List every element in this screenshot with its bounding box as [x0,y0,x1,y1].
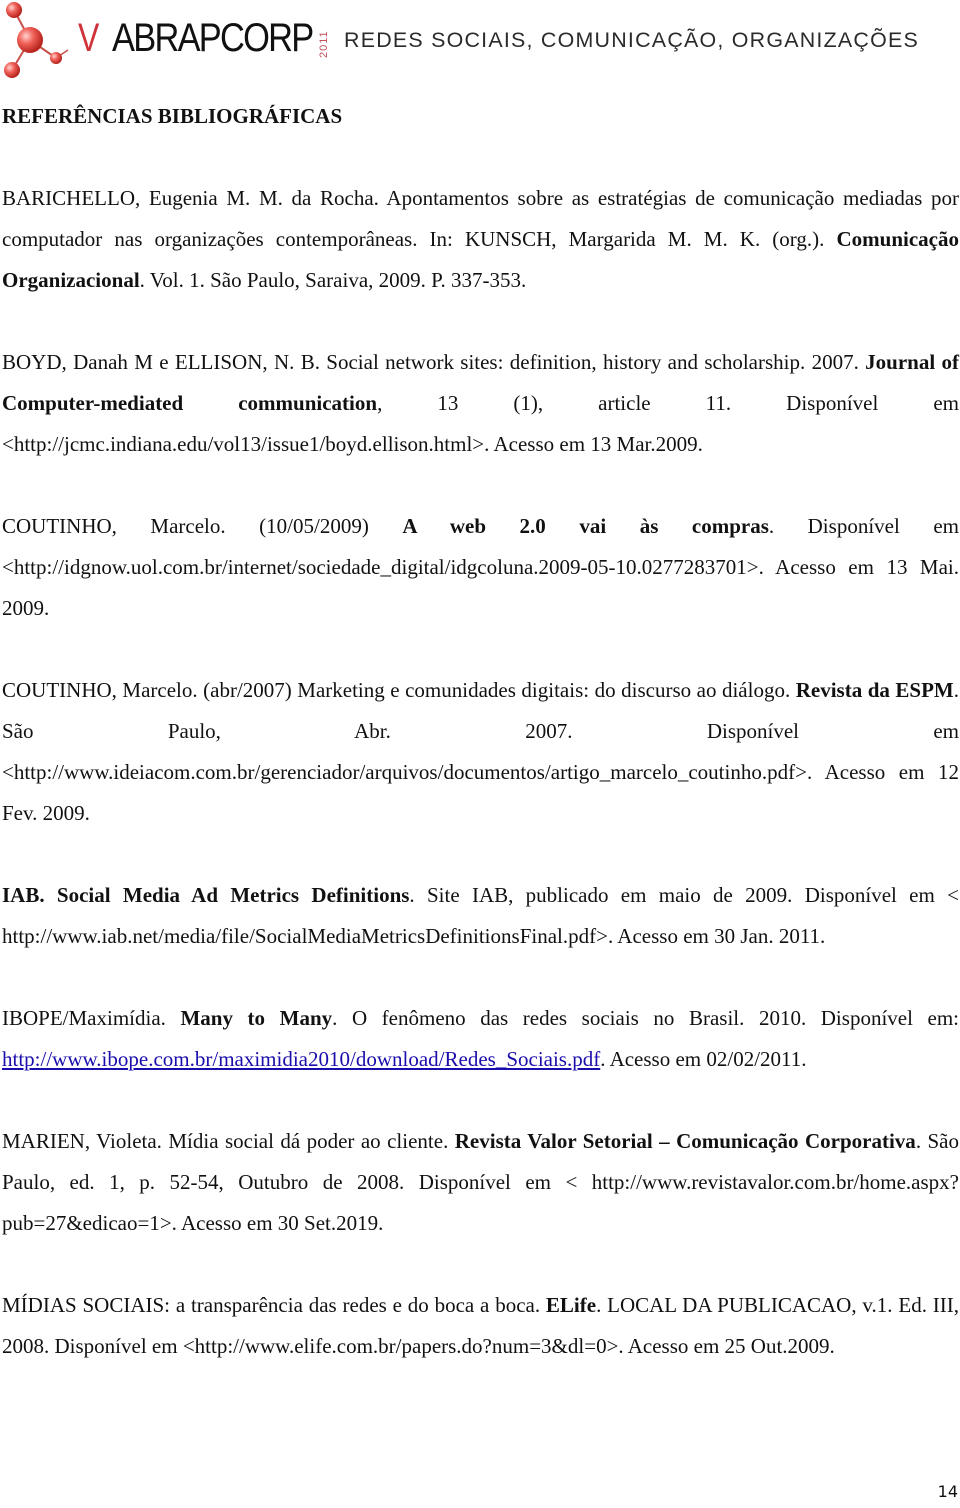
reference-title: Revista da ESPM [795,678,954,702]
reference-text: COUTINHO, Marcelo. (abr/2007) Marketing … [2,678,796,702]
reference-link[interactable]: http://www.ibope.com.br/maximidia2010/do… [2,1047,600,1071]
reference-text: IBOPE/Maximídia. [2,1006,181,1030]
reference-title: A web 2.0 vai às compras [402,514,769,538]
reference-entry: COUTINHO, Marcelo. (10/05/2009) A web 2.… [2,506,959,629]
reference-title: Many to Many [180,1006,333,1030]
reference-text: . Vol. 1. São Paulo, Saraiva, 2009. P. 3… [139,268,527,292]
reference-title: Revista Valor Setorial – Comunicação Cor… [454,1129,916,1153]
reference-entry: MÍDIAS SOCIAIS: a transparência das rede… [2,1285,959,1367]
page-title: REFERÊNCIAS BIBLIOGRÁFICAS [2,104,343,128]
reference-entry: MARIEN, Violeta. Mídia social dá poder a… [2,1121,959,1244]
page-header: V ABRAPCORP 2011 REDES SOCIAIS, COMUNICA… [0,0,960,82]
reference-text: COUTINHO, Marcelo. (10/05/2009) [2,514,403,538]
references-section: REFERÊNCIAS BIBLIOGRÁFICAS BARICHELLO, E… [2,96,959,1367]
reference-title: IAB. Social Media Ad Metrics Definitions [2,883,410,907]
reference-title: ELife [545,1293,597,1317]
molecule-logo-icon [4,2,69,78]
reference-entry: BOYD, Danah M e ELLISON, N. B. Social ne… [2,342,959,465]
reference-text: . O fenômeno das redes sociais no Brasil… [332,1006,959,1030]
reference-entry: COUTINHO, Marcelo. (abr/2007) Marketing … [2,670,959,834]
reference-list: BARICHELLO, Eugenia M. M. da Rocha. Apon… [2,178,959,1367]
page-number: 14 [937,1482,958,1501]
header-tagline: REDES SOCIAIS, COMUNICAÇÃO, ORGANIZAÇÕES [344,29,920,52]
reference-text: . Acesso em 02/02/2011. [600,1047,807,1071]
reference-text: BARICHELLO, Eugenia M. M. da Rocha. Apon… [2,186,959,251]
logo-name: ABRAPCORP [112,16,314,60]
reference-entry: IBOPE/Maximídia. Many to Many. O fenômen… [2,998,959,1080]
reference-entry: BARICHELLO, Eugenia M. M. da Rocha. Apon… [2,178,959,301]
logo-year-wrap: 2011 [318,30,332,94]
reference-entry: IAB. Social Media Ad Metrics Definitions… [2,875,959,957]
logo-year: 2011 [318,30,330,58]
logo-prefix: V [78,16,99,60]
reference-text: MARIEN, Violeta. Mídia social dá poder a… [2,1129,455,1153]
reference-text: BOYD, Danah M e ELLISON, N. B. Social ne… [2,350,866,374]
reference-text: MÍDIAS SOCIAIS: a transparência das rede… [2,1293,546,1317]
